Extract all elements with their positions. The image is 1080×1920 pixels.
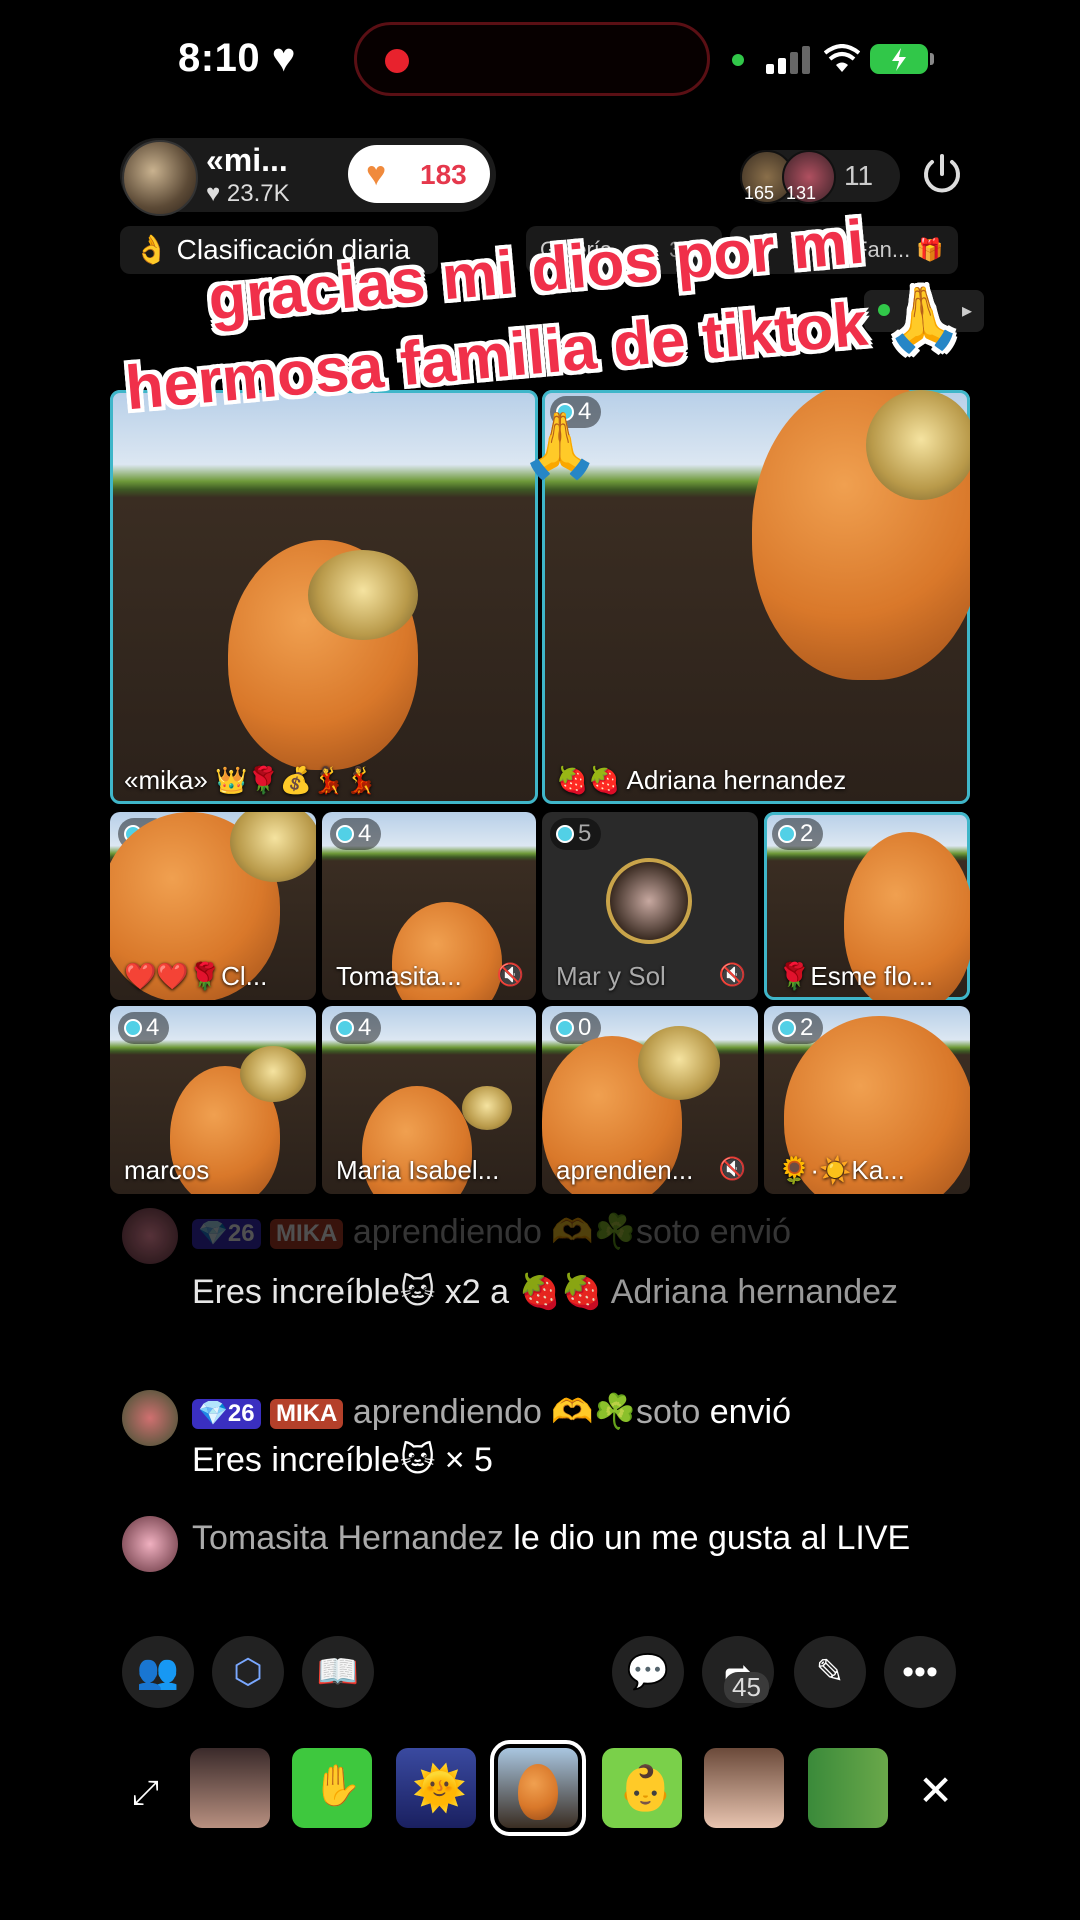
more-icon: •••: [902, 1652, 938, 1691]
chat-target-user[interactable]: Adriana hernandez: [611, 1273, 898, 1311]
effect-thumbnail[interactable]: ✋: [292, 1748, 372, 1828]
wifi-icon: [824, 44, 860, 72]
battery-icon: [870, 44, 928, 74]
guest-tile[interactable]: 2 🌻·☀️Ka...: [764, 1006, 970, 1194]
guide-button[interactable]: 📖: [302, 1636, 374, 1708]
chat-message: 💎26 MIKA aprendiendo 🫶☘️soto envió Eres …: [122, 1388, 942, 1498]
book-icon: 📖: [316, 1653, 360, 1691]
mic-muted-icon: 🔇: [496, 962, 524, 987]
status-time: 8:10 ♥: [178, 36, 296, 80]
sun-face-icon: 🌞: [412, 1764, 467, 1813]
guest-tile[interactable]: 4 Maria Isabel...: [322, 1006, 536, 1194]
guest-name: 🌹Esme flo...: [778, 961, 934, 991]
viewer-list[interactable]: 165 131 11: [740, 150, 900, 204]
viewer-count: 11: [844, 160, 874, 191]
more-button[interactable]: •••: [884, 1636, 956, 1708]
chat-bubble-icon: 💬: [626, 1653, 670, 1691]
host-name: «mi...: [206, 142, 288, 178]
effect-thumbnail-selected[interactable]: [490, 1740, 586, 1836]
guest-tile[interactable]: 0 aprendien... 🔇: [542, 1006, 758, 1194]
guest-name: 🌻·☀️Ka...: [778, 1155, 905, 1185]
heart-icon: ♥: [271, 36, 296, 80]
level-badge: 💎26: [192, 1399, 261, 1430]
gem-icon: [778, 1019, 796, 1037]
guest-tile[interactable]: 4 ❤️❤️🌹Cl...: [110, 812, 316, 1000]
close-icon[interactable]: ✕: [918, 1766, 953, 1815]
guest-name: 🍓🍓 Adriana hernandez: [556, 765, 847, 795]
dynamic-island: [354, 22, 710, 96]
share-count: 45: [724, 1672, 769, 1703]
guest-name: ❤️❤️🌹Cl...: [124, 961, 268, 991]
recording-indicator: [385, 49, 409, 73]
like-button[interactable]: ♥ 183: [348, 145, 490, 203]
pray-emoji-icon: 🙏: [520, 409, 600, 481]
guest-tile-adriana[interactable]: 4 🍓🍓 Adriana hernandez: [542, 390, 970, 804]
host-likes: ♥ 23.7K: [206, 180, 290, 207]
fan-badge: MIKA: [270, 1399, 344, 1430]
gem-icon: [778, 825, 796, 843]
guest-name: Maria Isabel...: [336, 1155, 500, 1185]
heart-icon: ♥: [366, 155, 387, 193]
effects-button[interactable]: ⬡: [212, 1636, 284, 1708]
effect-thumbnail[interactable]: [190, 1748, 270, 1828]
effect-thumbnail[interactable]: [808, 1748, 888, 1828]
power-icon[interactable]: [918, 150, 966, 198]
guest-tile[interactable]: 2 🌹Esme flo...: [764, 812, 970, 1000]
mic-muted-icon: 🔇: [718, 1156, 746, 1181]
chat-avatar[interactable]: [122, 1208, 178, 1264]
chat-avatar[interactable]: [122, 1390, 178, 1446]
effect-thumbnail[interactable]: 👶: [602, 1748, 682, 1828]
guest-tile[interactable]: 4 Tomasita... 🔇: [322, 812, 536, 1000]
hand-icon: ✋: [312, 1764, 362, 1808]
guest-avatar: [606, 858, 692, 944]
camera-in-use-indicator: [732, 54, 744, 66]
gem-icon: [556, 1019, 574, 1037]
battery-cap: [930, 53, 934, 65]
chat-avatar[interactable]: [122, 1516, 178, 1572]
mic-muted-icon: 🔇: [718, 962, 746, 987]
comment-settings-button[interactable]: 💬: [612, 1636, 684, 1708]
magic-wand-icon: ✎: [815, 1653, 845, 1691]
chat-message: 💎26 MIKA aprendiendo 🫶☘️soto envió Eres …: [122, 1208, 942, 1348]
expand-icon[interactable]: ⤢: [132, 1774, 159, 1813]
cube-icon: ⬡: [233, 1653, 263, 1691]
gem-icon: [556, 825, 574, 843]
guest-name: aprendien...: [556, 1155, 694, 1185]
guest-name: marcos: [124, 1155, 210, 1185]
signal-icon: [766, 44, 812, 74]
heart-count: 183: [420, 159, 467, 190]
guest-tile-host[interactable]: «mika» 👑🌹💰💃💃: [110, 390, 538, 804]
guest-name: Mar y Sol: [556, 961, 666, 991]
guests-button[interactable]: 👥: [122, 1636, 194, 1708]
guest-name: «mika» 👑🌹💰💃💃: [124, 765, 377, 795]
gem-icon: [336, 825, 354, 843]
effect-thumbnail[interactable]: 🌞: [396, 1748, 476, 1828]
chat-message: Tomasita Hernandez le dio un me gusta al…: [122, 1514, 942, 1624]
top-viewer-avatar[interactable]: 131: [782, 150, 836, 204]
enhance-button[interactable]: ✎: [794, 1636, 866, 1708]
people-icon: 👥: [136, 1653, 180, 1691]
chat-username[interactable]: aprendiendo 🫶☘️soto: [353, 1393, 700, 1431]
effect-thumbnail[interactable]: [704, 1748, 784, 1828]
chat-username[interactable]: Tomasita Hernandez: [192, 1519, 504, 1557]
host-avatar[interactable]: [122, 140, 198, 216]
guest-name: Tomasita...: [336, 961, 462, 991]
gem-icon: [124, 1019, 142, 1037]
gem-icon: [336, 1019, 354, 1037]
guest-tile[interactable]: 4 marcos: [110, 1006, 316, 1194]
guest-tile[interactable]: 5 Mar y Sol 🔇: [542, 812, 758, 1000]
baby-face-icon: 👶: [618, 1764, 673, 1813]
